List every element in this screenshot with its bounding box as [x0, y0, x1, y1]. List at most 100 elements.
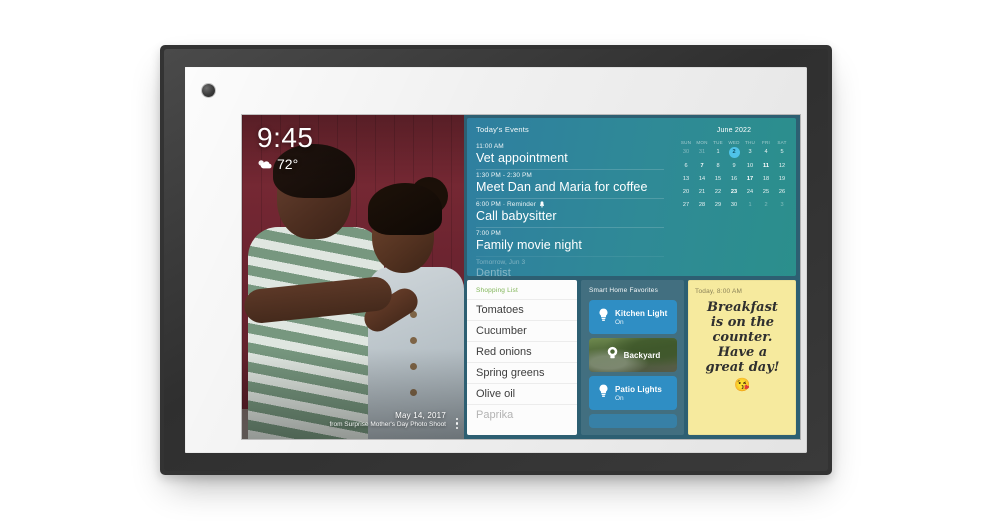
camera-icon [606, 346, 619, 364]
event-title: Vet appointment [476, 151, 568, 165]
event-time: Tomorrow, Jun 3 [476, 259, 526, 266]
calendar-day[interactable]: 4 [761, 148, 772, 157]
calendar-day[interactable]: 5 [777, 148, 788, 157]
calendar-month-label: June 2022 [716, 127, 752, 134]
weather-summary: 72° [257, 156, 314, 172]
event-title: Meet Dan and Maria for coffee [476, 180, 648, 194]
calendar-day[interactable]: 29 [713, 201, 724, 210]
calendar-day[interactable]: 21 [697, 188, 708, 197]
calendar-day[interactable]: 18 [761, 175, 772, 184]
calendar-day[interactable]: 13 [681, 175, 692, 184]
device-name: Kitchen Light [615, 308, 668, 318]
calendar-day[interactable]: 6 [681, 162, 692, 171]
calendar-day[interactable]: 12 [777, 162, 788, 171]
calendar-day[interactable]: 17 [745, 175, 756, 184]
calendar-day[interactable]: 19 [777, 175, 788, 184]
note-line: counter. [712, 330, 773, 346]
events-widget[interactable]: Today's Events 11:00 AM Vet appointment 1:… [467, 118, 796, 276]
note-line: is on the [710, 315, 775, 331]
calendar-day[interactable]: 28 [697, 201, 708, 210]
smart-home-tiles: Kitchen Light On Backyard Patio Lights On [589, 300, 677, 428]
calendar-day[interactable]: 7 [697, 162, 708, 171]
event-item[interactable]: Tomorrow, Jun 3 Dentist [476, 256, 676, 276]
smart-home-tile-kitchen-light[interactable]: Kitchen Light On [589, 300, 677, 334]
event-item[interactable]: 1:30 PM - 2:30 PM Meet Dan and Maria for … [476, 169, 676, 199]
event-title: Family movie night [476, 238, 582, 252]
calendar-day[interactable]: 3 [777, 201, 788, 210]
lightbulb-icon [598, 384, 609, 403]
smart-home-tile-partial[interactable] [589, 414, 677, 428]
smart-home-widget[interactable]: Smart Home Favorites Kitchen Light On Back… [581, 280, 684, 435]
calendar-day[interactable]: 11 [761, 162, 772, 171]
device-frame: 9:45 72° May 14, 2017 from Surprise Moth… [160, 45, 832, 475]
clock-overlay: 9:45 72° [257, 124, 314, 173]
calendar-day[interactable]: 14 [697, 175, 708, 184]
camera-icon [607, 346, 617, 359]
calendar-weekday: Fri [762, 140, 770, 145]
calendar-day[interactable]: 24 [745, 188, 756, 197]
calendar-day-today[interactable]: 2 [728, 147, 740, 158]
device-bezel: 9:45 72° May 14, 2017 from Surprise Moth… [185, 67, 807, 453]
shopping-list-title: Shopping List [476, 287, 518, 294]
calendar-day[interactable]: 9 [729, 162, 740, 171]
shopping-items: Tomatoes Cucumber Red onions Spring greens O… [467, 299, 577, 425]
calendar-day[interactable]: 26 [777, 188, 788, 197]
shopping-list-item[interactable]: Red onions [467, 341, 577, 362]
calendar-days-grid[interactable]: 30 31 1 2 3 4 5 6 7 8 9 10 11 12 13 14 15 16 17 18 19 20 21 22 2… [678, 147, 790, 210]
lightbulb-icon [599, 384, 608, 397]
display-screen: 9:45 72° May 14, 2017 from Surprise Moth… [242, 115, 800, 439]
events-list: Today's Events 11:00 AM Vet appointment 1:… [467, 118, 676, 276]
sticky-note-widget[interactable]: Today, 8:00 AM Breakfast is on the count… [688, 280, 796, 435]
shopping-list-widget[interactable]: Shopping List Tomatoes Cucumber Red onions… [467, 280, 577, 435]
shopping-list-item[interactable]: Cucumber [467, 320, 577, 341]
note-line: Have a [717, 345, 768, 361]
calendar-day[interactable]: 2 [761, 201, 772, 210]
calendar-weekday: Sun [680, 140, 692, 145]
calendar-day[interactable]: 27 [681, 201, 692, 210]
calendar-day[interactable]: 16 [729, 175, 740, 184]
widget-bottom-row: Shopping List Tomatoes Cucumber Red onions… [467, 280, 796, 435]
smart-home-tile-backyard[interactable]: Backyard [589, 338, 677, 372]
calendar-day[interactable]: 1 [713, 148, 724, 157]
calendar-widget[interactable]: June 2022 Sun Mon Tue Wed Thu Fri Sat 30 31 1 2 3 4… [676, 118, 796, 276]
event-item[interactable]: 11:00 AM Vet appointment [476, 141, 676, 170]
calendar-weekday: Tue [713, 140, 723, 145]
smart-home-tile-label: Patio Lights On [615, 385, 662, 402]
calendar-day[interactable]: 8 [713, 162, 724, 171]
lightbulb-icon [599, 308, 608, 321]
event-item[interactable]: 6:00 PM · Reminder Call babysitter [476, 198, 676, 228]
calendar-day[interactable]: 31 [697, 148, 708, 157]
event-title: Dentist [476, 267, 511, 276]
bell-icon [539, 201, 544, 208]
lightbulb-icon [598, 308, 609, 327]
calendar-weekday: Wed [728, 140, 740, 145]
calendar-day[interactable]: 1 [745, 201, 756, 210]
calendar-day[interactable]: 30 [681, 148, 692, 157]
calendar-day[interactable]: 23 [729, 188, 740, 197]
smart-home-tile-patio-lights[interactable]: Patio Lights On [589, 376, 677, 410]
shopping-list-item[interactable]: Olive oil [467, 383, 577, 404]
shopping-list-item[interactable]: Paprika [467, 404, 577, 425]
calendar-day[interactable]: 22 [713, 188, 724, 197]
device-state: On [615, 394, 624, 402]
calendar-day[interactable]: 20 [681, 188, 692, 197]
event-time: 7:00 PM [476, 230, 501, 237]
camera-icon [202, 84, 215, 97]
calendar-day[interactable]: 30 [729, 201, 740, 210]
photo-widget[interactable]: 9:45 72° May 14, 2017 from Surprise Moth… [242, 115, 464, 439]
device-name: Patio Lights [615, 384, 662, 394]
event-time: 11:00 AM [476, 143, 504, 150]
calendar-day[interactable]: 3 [745, 148, 756, 157]
calendar-day[interactable]: 15 [713, 175, 724, 184]
calendar-weekday: Thu [744, 140, 756, 145]
calendar-day[interactable]: 10 [745, 162, 756, 171]
shopping-list-item[interactable]: Spring greens [467, 362, 577, 383]
event-time: 1:30 PM - 2:30 PM [476, 172, 532, 179]
calendar-day[interactable]: 25 [761, 188, 772, 197]
shopping-list-item[interactable]: Tomatoes [467, 299, 577, 320]
calendar-weekday-header: Sun Mon Tue Wed Thu Fri Sat [678, 140, 790, 145]
more-vertical-icon[interactable] [455, 417, 458, 429]
note-emoji: 😘 [734, 377, 751, 393]
events-title: Today's Events [476, 125, 530, 134]
event-item[interactable]: 7:00 PM Family movie night [476, 227, 676, 257]
